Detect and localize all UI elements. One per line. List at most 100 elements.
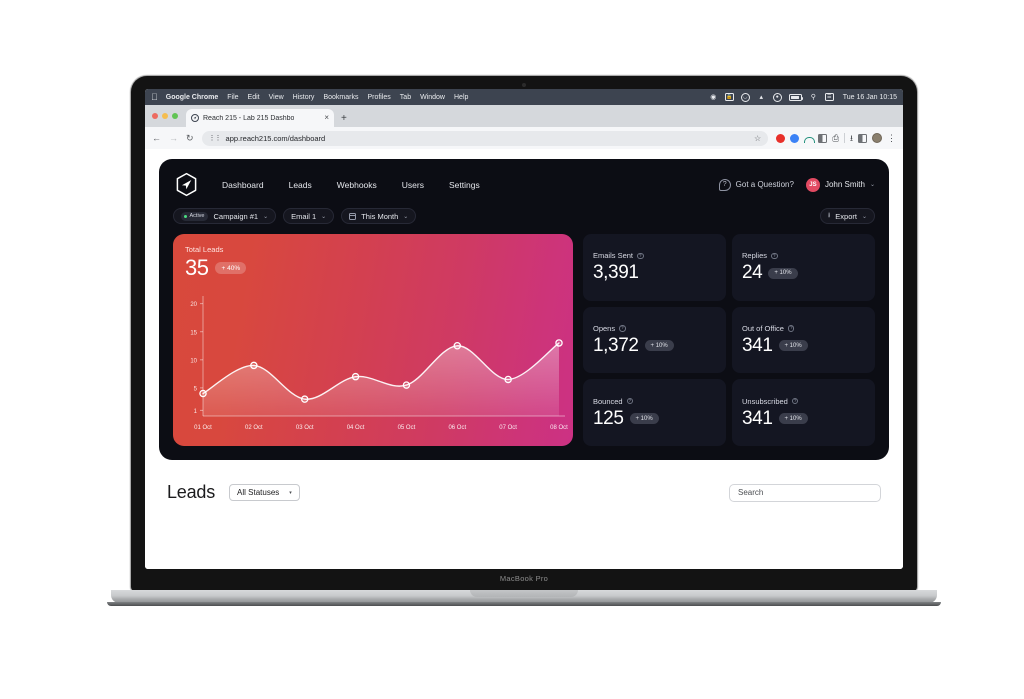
x-tick-label: 02 Oct: [245, 425, 263, 431]
chevron-down-icon: ⌄: [403, 213, 409, 220]
stat-card-unsubscribed: Unsubscribed ? 341 + 10%: [732, 379, 875, 446]
control-center-icon[interactable]: ●: [772, 92, 782, 102]
stat-card-emails-sent: Emails Sent ? 3,391: [583, 234, 726, 301]
new-tab-button[interactable]: +: [341, 113, 347, 124]
nav-item-leads[interactable]: Leads: [289, 180, 331, 190]
spotlight-search-icon[interactable]: ⚲: [809, 93, 818, 102]
stat-delta-badge: + 10%: [768, 267, 798, 279]
x-tick-label: 06 Oct: [448, 425, 466, 431]
menu-tab[interactable]: Tab: [400, 94, 411, 101]
stat-value-row: 341 + 10%: [742, 336, 865, 356]
opera-extension-icon[interactable]: [776, 133, 786, 143]
stat-label-row: Out of Office ?: [742, 324, 865, 333]
chart-point: [199, 389, 207, 398]
maximize-window-button[interactable]: [172, 113, 178, 119]
menu-bookmarks[interactable]: Bookmarks: [323, 94, 358, 101]
close-window-button[interactable]: [152, 113, 158, 119]
info-icon[interactable]: ?: [619, 325, 626, 332]
stat-label: Out of Office: [742, 324, 784, 334]
chrome-menu-icon[interactable]: ⋮: [887, 133, 896, 143]
help-link[interactable]: ? Got a Question?: [718, 178, 794, 191]
app-header: Dashboard Leads Webhooks Users Settings …: [173, 171, 875, 198]
menu-file[interactable]: File: [227, 94, 238, 101]
profile-avatar-icon[interactable]: [872, 133, 882, 143]
nav-item-dashboard[interactable]: Dashboard: [222, 180, 283, 190]
status-filter-label: All Statuses: [237, 488, 280, 497]
stat-value: 341: [742, 335, 773, 357]
forward-button[interactable]: →: [169, 133, 178, 143]
status-filter-select[interactable]: All Statuses ▾: [229, 484, 300, 501]
back-button[interactable]: ←: [152, 133, 161, 143]
campaign-select[interactable]: Active Campaign #1 ⌄: [173, 208, 277, 224]
nord-vpn-icon[interactable]: [804, 134, 816, 143]
export-label: Export: [835, 211, 857, 221]
status-dot-icon: [184, 214, 187, 218]
search-box[interactable]: [729, 483, 881, 502]
apple-logo-icon[interactable]: : [151, 92, 158, 102]
app-logo[interactable]: [173, 171, 200, 198]
chart-title: Total Leads: [185, 245, 224, 254]
stat-card-replies: Replies ? 24 + 10%: [732, 234, 875, 301]
info-icon[interactable]: ?: [626, 397, 634, 405]
minimize-window-button[interactable]: [162, 113, 168, 119]
stat-card-out-of-office: Out of Office ? 341 + 10%: [732, 306, 875, 374]
main-navigation: Dashboard Leads Webhooks Users Settings: [222, 180, 505, 190]
stat-label: Replies: [742, 251, 768, 261]
x-tick-label: 08 Oct: [550, 425, 568, 431]
info-icon[interactable]: ?: [791, 397, 799, 405]
side-panel-icon[interactable]: [858, 133, 867, 143]
period-select[interactable]: This Month ⌄: [341, 208, 417, 224]
browser-tab[interactable]: Reach 215 - Lab 215 Dashbo ×: [186, 109, 334, 127]
user-menu[interactable]: JS John Smith ⌄: [805, 177, 875, 192]
browser-tab-title: Reach 215 - Lab 215 Dashbo: [203, 114, 295, 122]
clipboard-icon[interactable]: ⎙: [832, 134, 839, 143]
address-bar[interactable]: ⋮⋮ app.reach215.com/dashboard ☆: [201, 130, 769, 146]
lock-icon[interactable]: 🔒: [724, 93, 734, 101]
stat-delta-badge: + 10%: [629, 413, 659, 425]
menu-history[interactable]: History: [293, 94, 315, 101]
period-select-label: This Month: [361, 211, 399, 221]
battery-icon[interactable]: [788, 93, 804, 101]
menu-google-chrome[interactable]: Google Chrome: [166, 94, 219, 101]
notification-center-icon[interactable]: ☰: [824, 93, 834, 101]
stat-label: Emails Sent: [593, 251, 634, 261]
chart-value: 35: [185, 255, 209, 280]
menu-window[interactable]: Window: [420, 94, 445, 101]
bookmark-star-icon[interactable]: ☆: [754, 134, 761, 143]
reload-button[interactable]: ↻: [186, 133, 194, 143]
menu-help[interactable]: Help: [454, 94, 468, 101]
info-icon[interactable]: ?: [771, 252, 778, 260]
stat-label-row: Opens ?: [593, 324, 716, 333]
laptop-lid:  Google Chrome File Edit View History B…: [131, 76, 917, 591]
email-select[interactable]: Email 1 ⌄: [283, 208, 335, 224]
export-button[interactable]: ⭳ Export ⌄: [819, 208, 875, 224]
close-tab-icon[interactable]: ×: [324, 114, 329, 122]
chart-headline: 35 + 40%: [185, 257, 561, 279]
info-icon[interactable]: ?: [787, 325, 795, 332]
stat-label: Unsubscribed: [742, 396, 788, 406]
nav-item-webhooks[interactable]: Webhooks: [337, 180, 396, 190]
menu-bar-clock[interactable]: Tue 16 Jan 10:15: [843, 94, 897, 101]
nav-item-users[interactable]: Users: [402, 180, 443, 190]
info-icon[interactable]: ?: [637, 252, 644, 260]
x-tick-label: 03 Oct: [296, 425, 314, 431]
grammarly-icon[interactable]: [818, 133, 828, 143]
site-settings-icon[interactable]: ⋮⋮: [209, 134, 222, 142]
download-icon: ⭳: [827, 211, 831, 219]
blue-dot-extension-icon[interactable]: [790, 133, 800, 143]
headphones-icon[interactable]: ◡: [740, 92, 750, 102]
screen-record-icon[interactable]: ◉: [709, 93, 718, 102]
page-title: Leads: [167, 482, 216, 502]
chart-point: [300, 395, 309, 403]
y-tick-label: 5: [194, 387, 198, 393]
menu-edit[interactable]: Edit: [248, 94, 260, 101]
device-label: MacBook Pro: [499, 574, 549, 583]
menu-profiles[interactable]: Profiles: [367, 94, 390, 101]
stat-value-row: 125 + 10%: [593, 408, 716, 429]
menu-view[interactable]: View: [269, 94, 284, 101]
chart-point: [351, 372, 360, 381]
search-input[interactable]: [738, 488, 872, 497]
downloads-icon[interactable]: ⭳: [850, 134, 853, 143]
wifi-icon[interactable]: ▴: [757, 93, 766, 102]
nav-item-settings[interactable]: Settings: [449, 180, 499, 190]
